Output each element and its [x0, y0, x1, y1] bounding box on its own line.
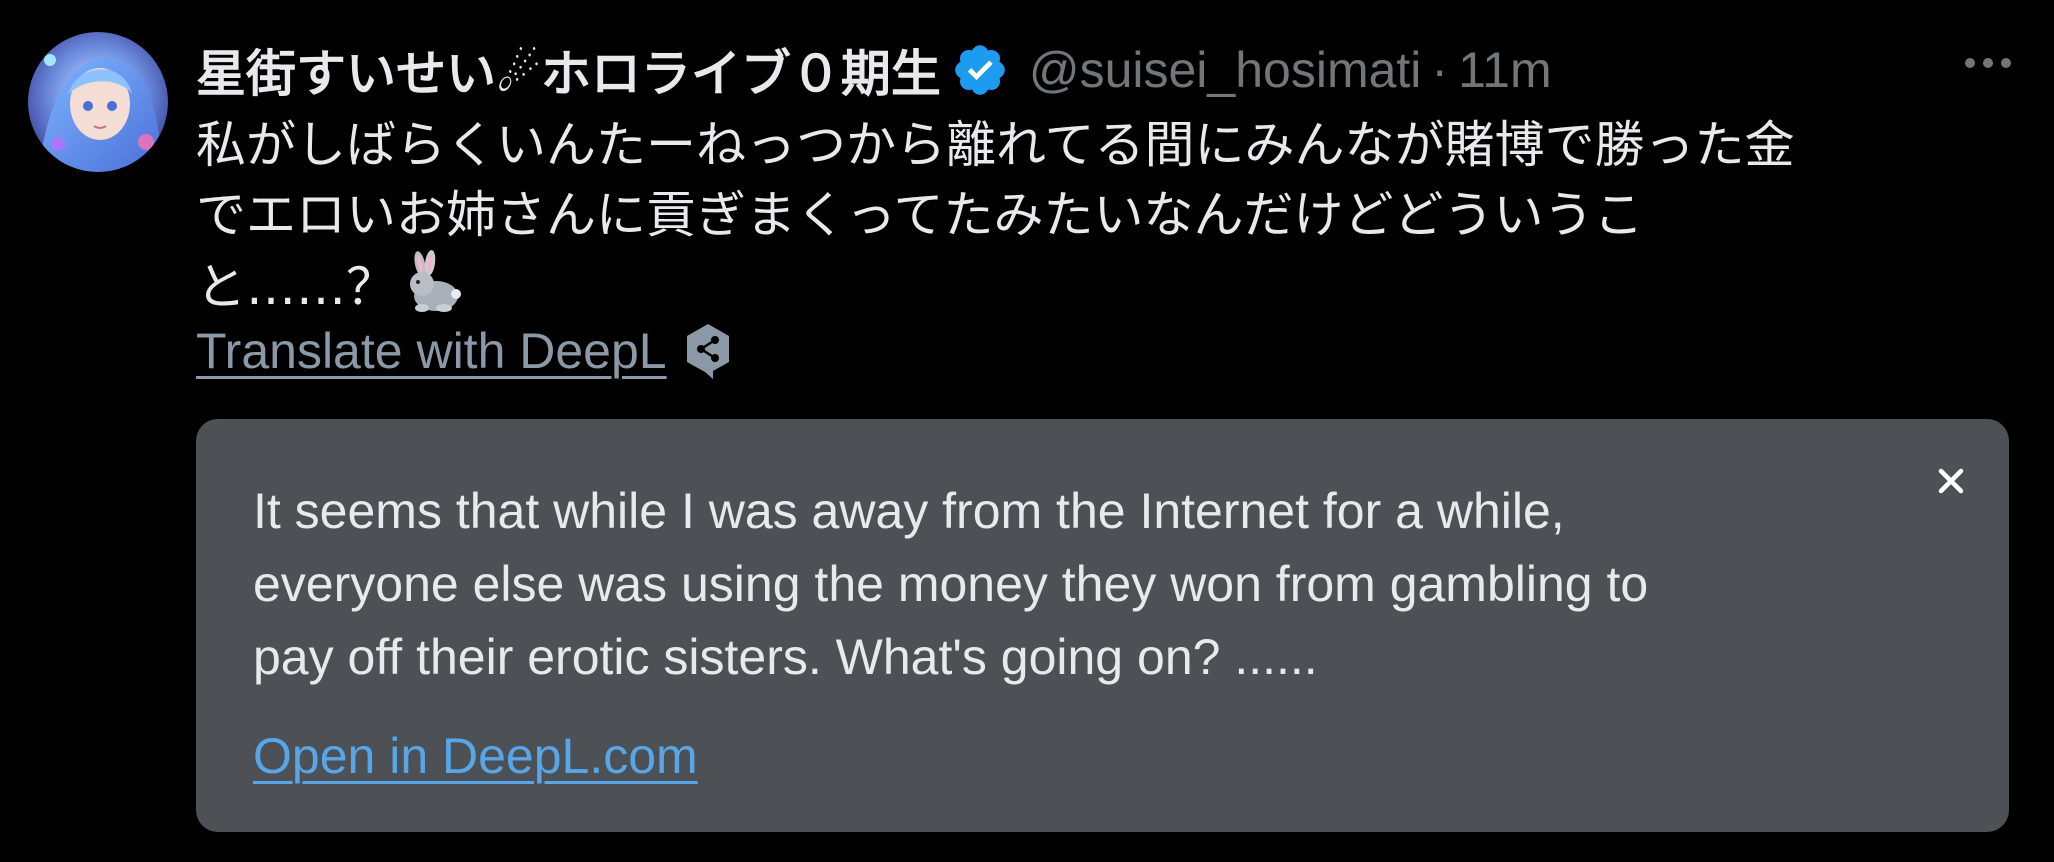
- verified-badge-icon: [951, 41, 1009, 99]
- author-handle[interactable]: @suisei_hosimati: [1029, 41, 1422, 99]
- display-name[interactable]: 星街すいせい☄ホロライブ０期生: [196, 34, 941, 106]
- tweet: 星街すいせい☄ホロライブ０期生 @suisei_hosimati · 11m 私…: [0, 0, 2054, 862]
- tweet-text-line: 私がしばらくいんたーねっつから離れてる間にみんなが賭博で勝った金: [196, 116, 1795, 174]
- separator-dot: ·: [1431, 42, 1449, 98]
- deepl-icon[interactable]: [683, 322, 733, 380]
- translation-card: It seems that while I was away from the …: [196, 419, 2009, 832]
- translation-text-line: everyone else was using the money they w…: [253, 556, 1649, 612]
- tweet-text: 私がしばらくいんたーねっつから離れてる間にみんなが賭博で勝った金 でエロいお姉さ…: [196, 110, 2026, 322]
- open-in-deepl-link[interactable]: Open in DeepL.com: [253, 727, 698, 785]
- avatar[interactable]: [28, 32, 168, 172]
- tweet-text-line: でエロいお姉さんに貢ぎまくってたみたいなんだけどどういうこ: [196, 186, 1644, 244]
- tweet-text-line: と……？: [196, 250, 2026, 322]
- translation-text: It seems that while I was away from the …: [253, 475, 1953, 694]
- rabbit-icon: [400, 250, 464, 314]
- translation-text-line: It seems that while I was away from the …: [253, 483, 1565, 539]
- more-horizontal-icon[interactable]: [1962, 48, 2014, 78]
- translate-with-deepl-link[interactable]: Translate with DeepL: [196, 322, 667, 380]
- tweet-timestamp[interactable]: 11m: [1458, 41, 1552, 99]
- tweet-text-segment: と……？: [196, 258, 396, 316]
- translation-text-line: pay off their erotic sisters. What's goi…: [253, 629, 1318, 685]
- translate-row: Translate with DeepL: [196, 322, 733, 380]
- tweet-header: 星街すいせい☄ホロライブ０期生 @suisei_hosimati · 11m: [196, 30, 1552, 110]
